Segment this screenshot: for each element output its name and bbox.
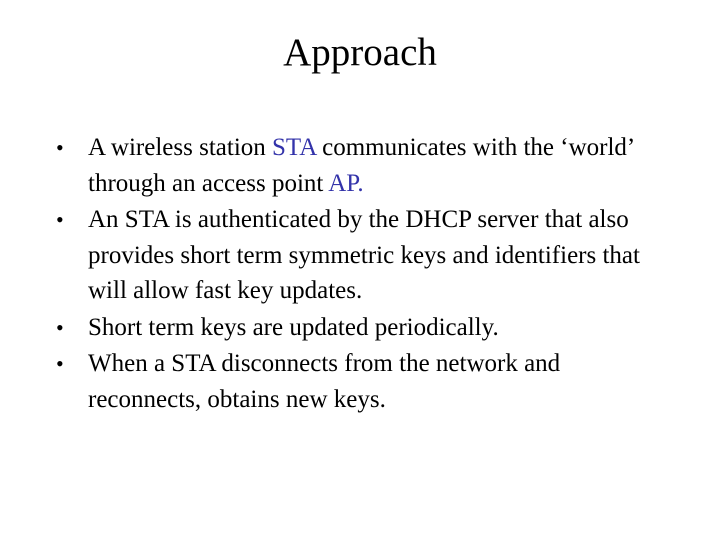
bullet-item-4: • When a STA disconnects from the network… bbox=[56, 346, 676, 417]
bullet-item-2: • An STA is authenticated by the DHCP ser… bbox=[56, 202, 676, 309]
bullet-text-segment: A wireless station bbox=[88, 134, 273, 161]
bullet-text-segment: Short term keys are updated periodically… bbox=[88, 313, 499, 341]
bullet-item-1: • A wireless station STA communicates wit… bbox=[56, 130, 676, 201]
term-sta: STA bbox=[272, 134, 316, 161]
bullet-text-segment: An STA is authenticated by the DHCP serv… bbox=[88, 206, 640, 304]
term-ap: AP. bbox=[328, 169, 364, 197]
bullet-item-3: • Short term keys are updated periodicall… bbox=[56, 310, 676, 346]
bullet-text-segment: When a STA disconnects from the network … bbox=[88, 350, 561, 413]
bullet-list: • A wireless station STA communicates wit… bbox=[56, 130, 676, 418]
bullet-icon: • bbox=[56, 351, 64, 376]
slide-title: Approach bbox=[283, 31, 437, 74]
bullet-icon: • bbox=[56, 314, 64, 340]
bullet-icon: • bbox=[56, 135, 64, 160]
bullet-icon: • bbox=[56, 207, 64, 232]
